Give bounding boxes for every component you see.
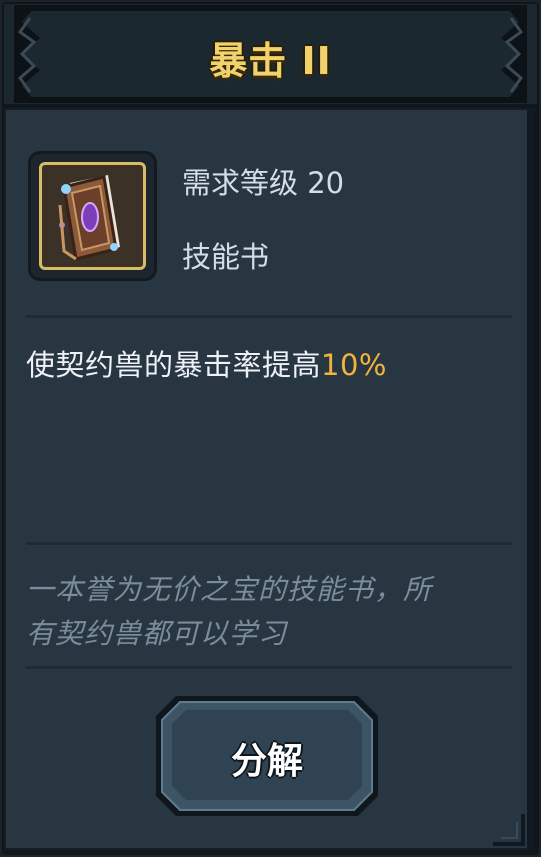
decompose-button[interactable]: 分解 [154,694,380,818]
skill-title: 暴击 II [209,39,332,83]
divider [26,315,512,318]
item-icon-slot [28,151,157,281]
divider [26,666,512,669]
corner-ornament-icon [493,814,525,846]
description-text: 使契约兽的暴击率提高 [26,348,322,382]
description-value: 10% [321,348,387,382]
flavor-line: 一本誉为无价之宝的技能书，所 [26,573,433,606]
skill-book-icon [39,162,146,270]
divider [26,542,512,545]
detail-panel: 需求等级 20 技能书 使契约兽的暴击率提高10% 一本誉为无价之宝的技能书，所… [4,108,535,850]
item-type: 技能书 [182,240,270,274]
skill-description: 使契约兽的暴击率提高10% [26,342,387,384]
flavor-line: 有契约兽都可以学习 [26,617,288,650]
title-bar: 暴击 II [4,4,537,104]
required-level: 需求等级 20 [182,166,345,200]
decompose-button-label: 分解 [230,741,303,782]
flavor-text: 一本誉为无价之宝的技能书，所 有契约兽都可以学习 [26,568,516,656]
